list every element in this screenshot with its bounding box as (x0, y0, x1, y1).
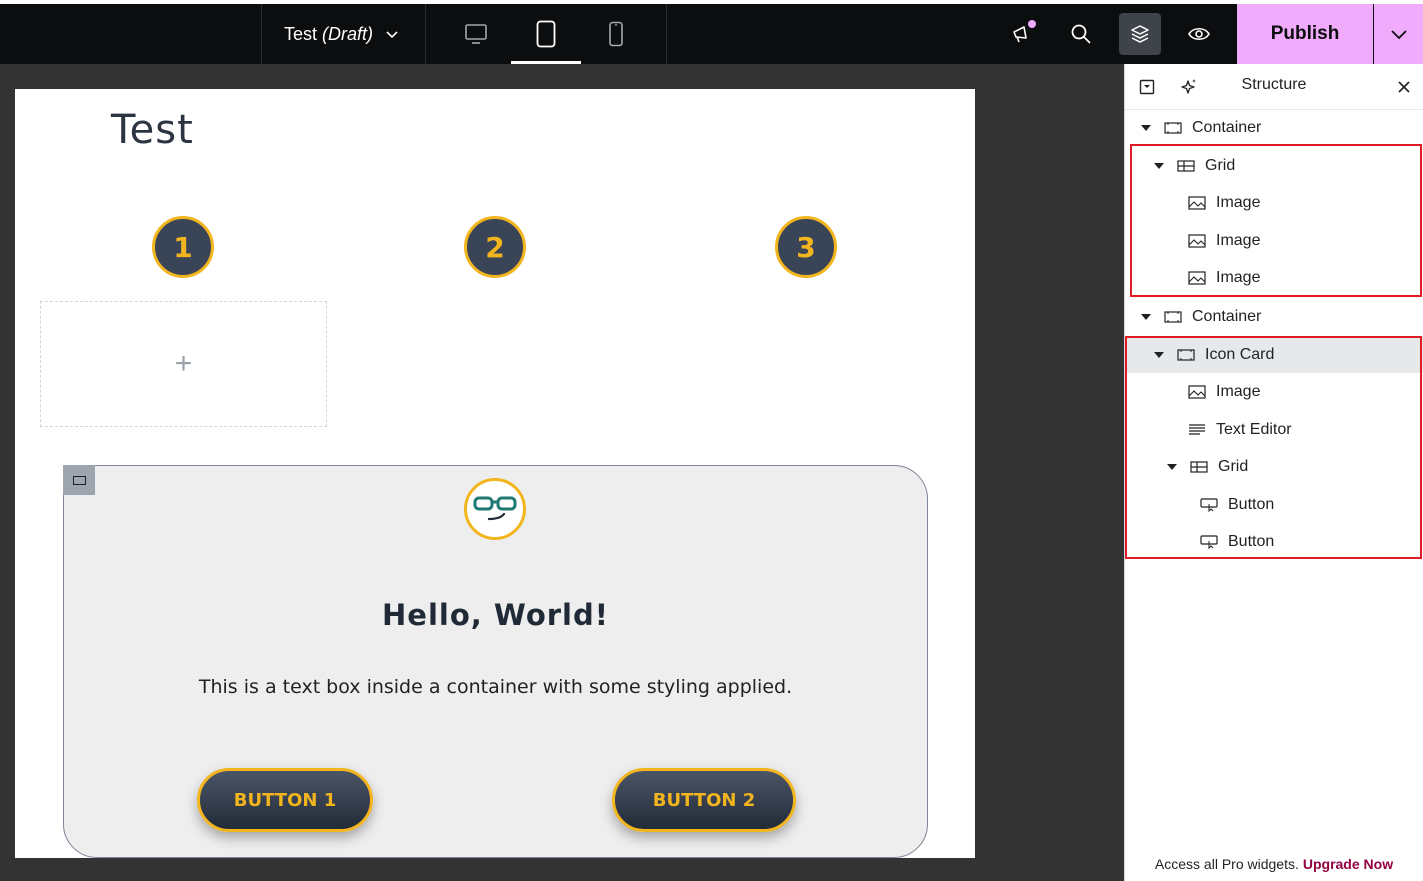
caret-down-icon[interactable] (1141, 123, 1151, 133)
image-icon (1187, 233, 1207, 249)
responsive-mode-switcher (441, 4, 651, 64)
container-handle-icon[interactable] (63, 465, 95, 495)
plus-icon: + (174, 347, 193, 380)
image-icon (1187, 384, 1207, 400)
chevron-down-icon (385, 27, 399, 41)
tree-item-grid[interactable]: Grid (1125, 147, 1423, 184)
tree-item-label: Container (1192, 118, 1262, 136)
tree-item-label: Image (1216, 193, 1261, 211)
tree-item-text-editor[interactable]: Text Editor (1125, 411, 1423, 448)
preview-icon[interactable] (1178, 13, 1220, 55)
document-status: (Draft) (322, 23, 374, 44)
publish-button[interactable]: Publish (1237, 4, 1373, 64)
card-text: This is a text box inside a container wi… (198, 676, 793, 698)
upgrade-link[interactable]: Upgrade Now (1303, 856, 1393, 872)
tree-item-container[interactable]: Container (1125, 109, 1423, 146)
container-icon (1176, 347, 1196, 363)
notification-dot (1028, 20, 1036, 28)
caret-down-icon[interactable] (1167, 462, 1177, 472)
structure-panel: Structure Container Grid Image Image Ima… (1124, 64, 1423, 881)
close-icon[interactable] (1394, 77, 1414, 97)
panel-title: Structure (1241, 76, 1307, 93)
grid-icon (1189, 459, 1209, 475)
tree-item-label: Image (1216, 231, 1261, 249)
tree-item-label: Icon Card (1205, 345, 1275, 363)
tree-item-image[interactable]: Image (1125, 259, 1423, 296)
tree-item-image[interactable]: Image (1125, 222, 1423, 259)
announcements-icon[interactable] (1001, 13, 1043, 55)
tree-item-icon-card[interactable]: Icon Card (1125, 336, 1423, 373)
tree-item-label: Container (1192, 307, 1262, 325)
mobile-icon[interactable] (581, 4, 651, 64)
tree-item-label: Grid (1205, 156, 1236, 174)
tree-item-image[interactable]: Image (1125, 184, 1423, 221)
card-heading: Hello, World! (382, 598, 609, 632)
grid-icon (1176, 158, 1196, 174)
caret-down-icon[interactable] (1154, 161, 1164, 171)
tree-item-label: Grid (1218, 457, 1249, 475)
tree-item-label: Button (1228, 495, 1275, 513)
tree-item-container[interactable]: Container (1125, 298, 1423, 335)
document-title-dropdown[interactable]: Test (Draft) (261, 4, 426, 64)
button-2[interactable]: BUTTON 2 (612, 768, 796, 832)
caret-down-icon[interactable] (1141, 312, 1151, 322)
image-icon (1187, 195, 1207, 211)
nerd-face-glasses-icon[interactable] (464, 478, 526, 540)
button-icon (1199, 497, 1219, 513)
panel-footer: Access all Pro widgets. Upgrade Now (1125, 856, 1423, 872)
search-icon[interactable] (1060, 13, 1102, 55)
editor-canvas: Test 1 2 3 + Hello, World! This is a tex… (15, 89, 975, 858)
tablet-icon[interactable] (511, 4, 581, 64)
caret-down-icon[interactable] (1154, 350, 1164, 360)
tree-item-label: Image (1216, 268, 1261, 286)
tree-item-image[interactable]: Image (1125, 373, 1423, 410)
number-image-3[interactable]: 3 (775, 216, 837, 278)
add-element-dropzone[interactable]: + (40, 301, 327, 427)
page-title: Test (111, 107, 194, 153)
divider (666, 4, 667, 64)
container-icon (1163, 309, 1183, 325)
tree-item-label: Image (1216, 382, 1261, 400)
top-bar: Test (Draft) Publish (0, 0, 1423, 64)
tree-item-grid[interactable]: Grid (1125, 448, 1423, 485)
tree-item-button[interactable]: Button (1125, 523, 1423, 560)
text-editor-icon (1187, 422, 1207, 438)
tree-item-button[interactable]: Button (1125, 486, 1423, 523)
footer-text: Access all Pro widgets. (1154, 856, 1299, 872)
desktop-icon[interactable] (441, 4, 511, 64)
document-title: Test (284, 23, 318, 44)
tree-item-label: Text Editor (1216, 420, 1292, 438)
button-icon (1199, 534, 1219, 550)
image-icon (1187, 270, 1207, 286)
number-image-1[interactable]: 1 (152, 216, 214, 278)
button-1[interactable]: BUTTON 1 (197, 768, 373, 832)
structure-icon[interactable] (1119, 13, 1161, 55)
container-icon (1163, 120, 1183, 136)
number-image-2[interactable]: 2 (464, 216, 526, 278)
tree-item-label: Button (1228, 532, 1275, 550)
panel-header: Structure (1125, 64, 1423, 110)
icon-card[interactable]: Hello, World! This is a text box inside … (63, 465, 928, 858)
publish-options-button[interactable] (1374, 4, 1423, 64)
